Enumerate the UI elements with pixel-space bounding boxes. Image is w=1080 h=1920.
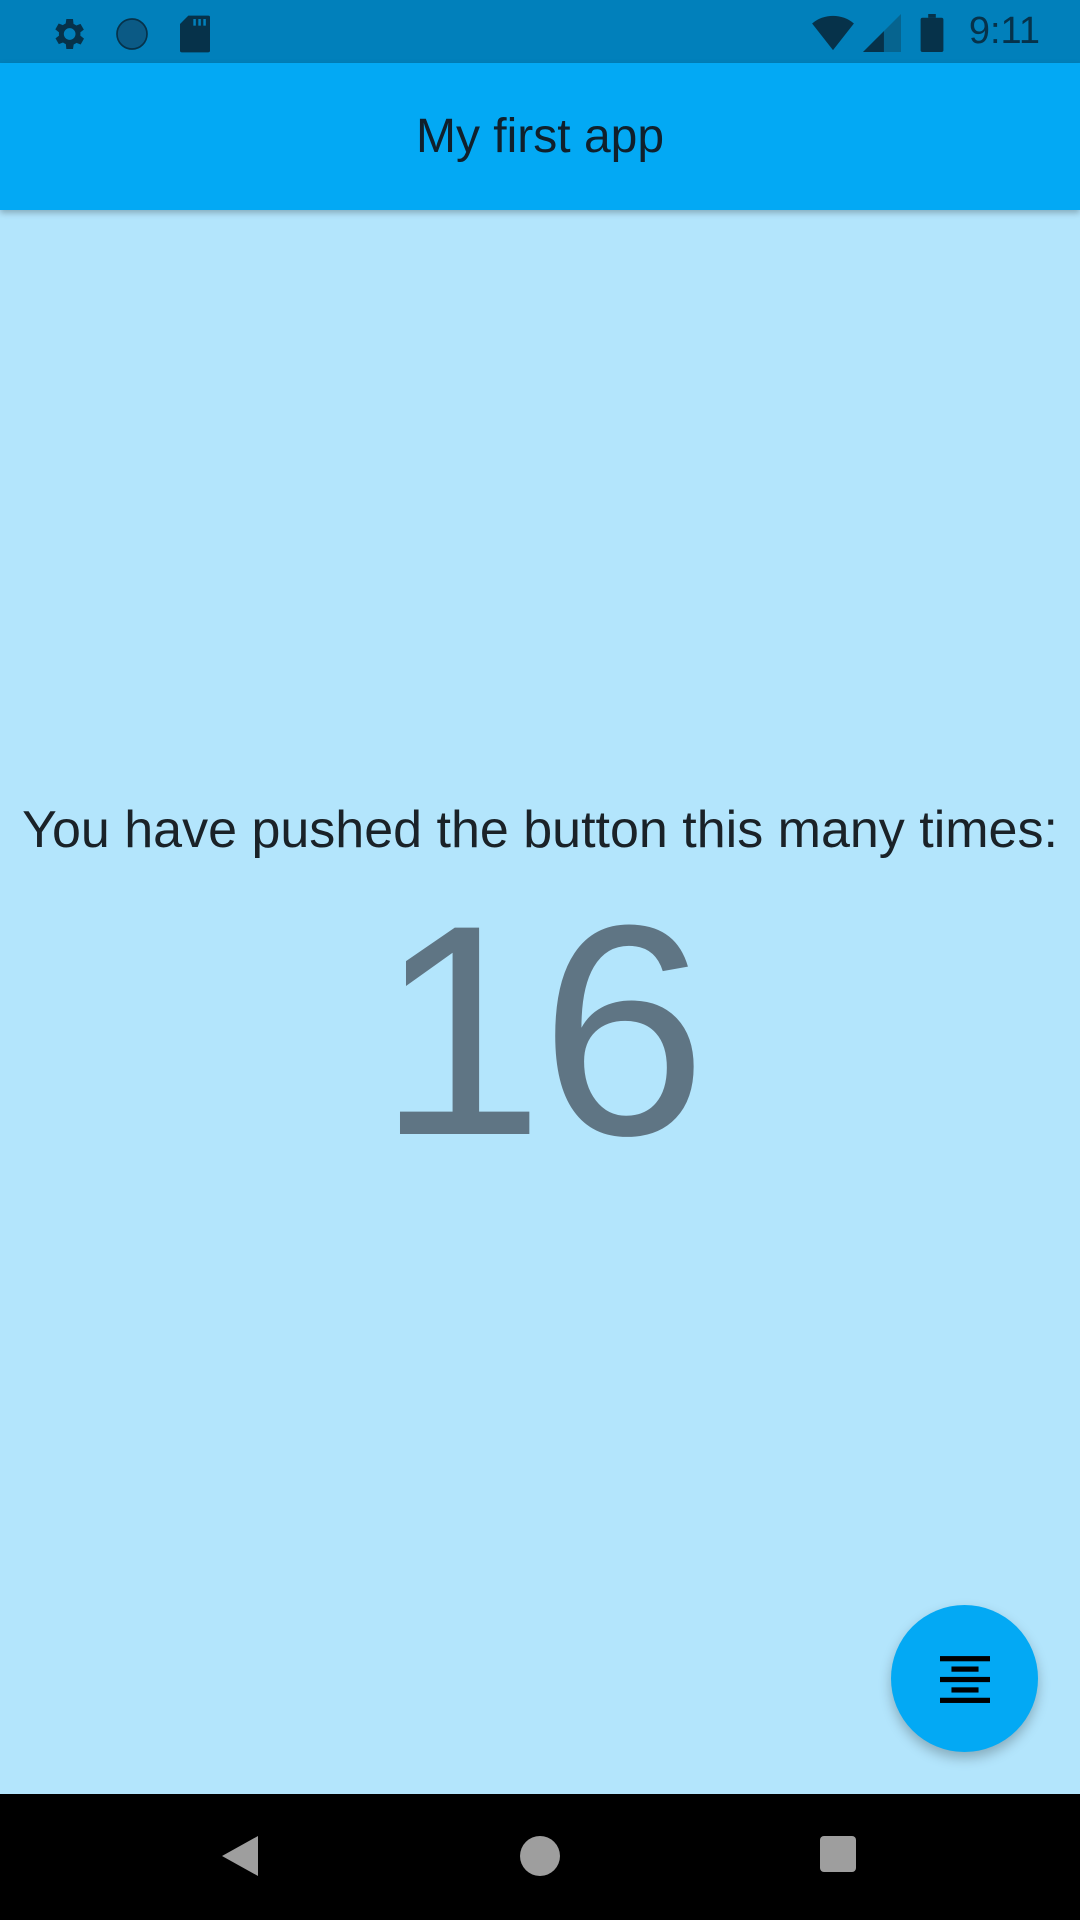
signal-icon <box>863 14 901 52</box>
status-time: 9:11 <box>968 10 1040 52</box>
counter-value: 16 <box>377 862 707 1198</box>
sd-card-icon <box>180 15 210 53</box>
app-bar: My first app <box>0 63 1080 210</box>
format-align-center-icon <box>939 1655 990 1703</box>
back-icon[interactable] <box>222 1836 258 1876</box>
navigation-bar <box>0 1794 1080 1920</box>
increment-fab-button[interactable] <box>891 1605 1038 1752</box>
gear-icon <box>55 19 84 49</box>
status-bar: 9:11 <box>0 0 1080 63</box>
battery-icon <box>920 14 944 52</box>
sync-icon <box>116 18 148 50</box>
home-icon[interactable] <box>520 1836 560 1876</box>
wifi-icon <box>812 15 854 51</box>
page-title: My first app <box>415 110 665 163</box>
counter-label: You have pushed the button this many tim… <box>22 801 1058 859</box>
recents-icon[interactable] <box>820 1836 856 1872</box>
